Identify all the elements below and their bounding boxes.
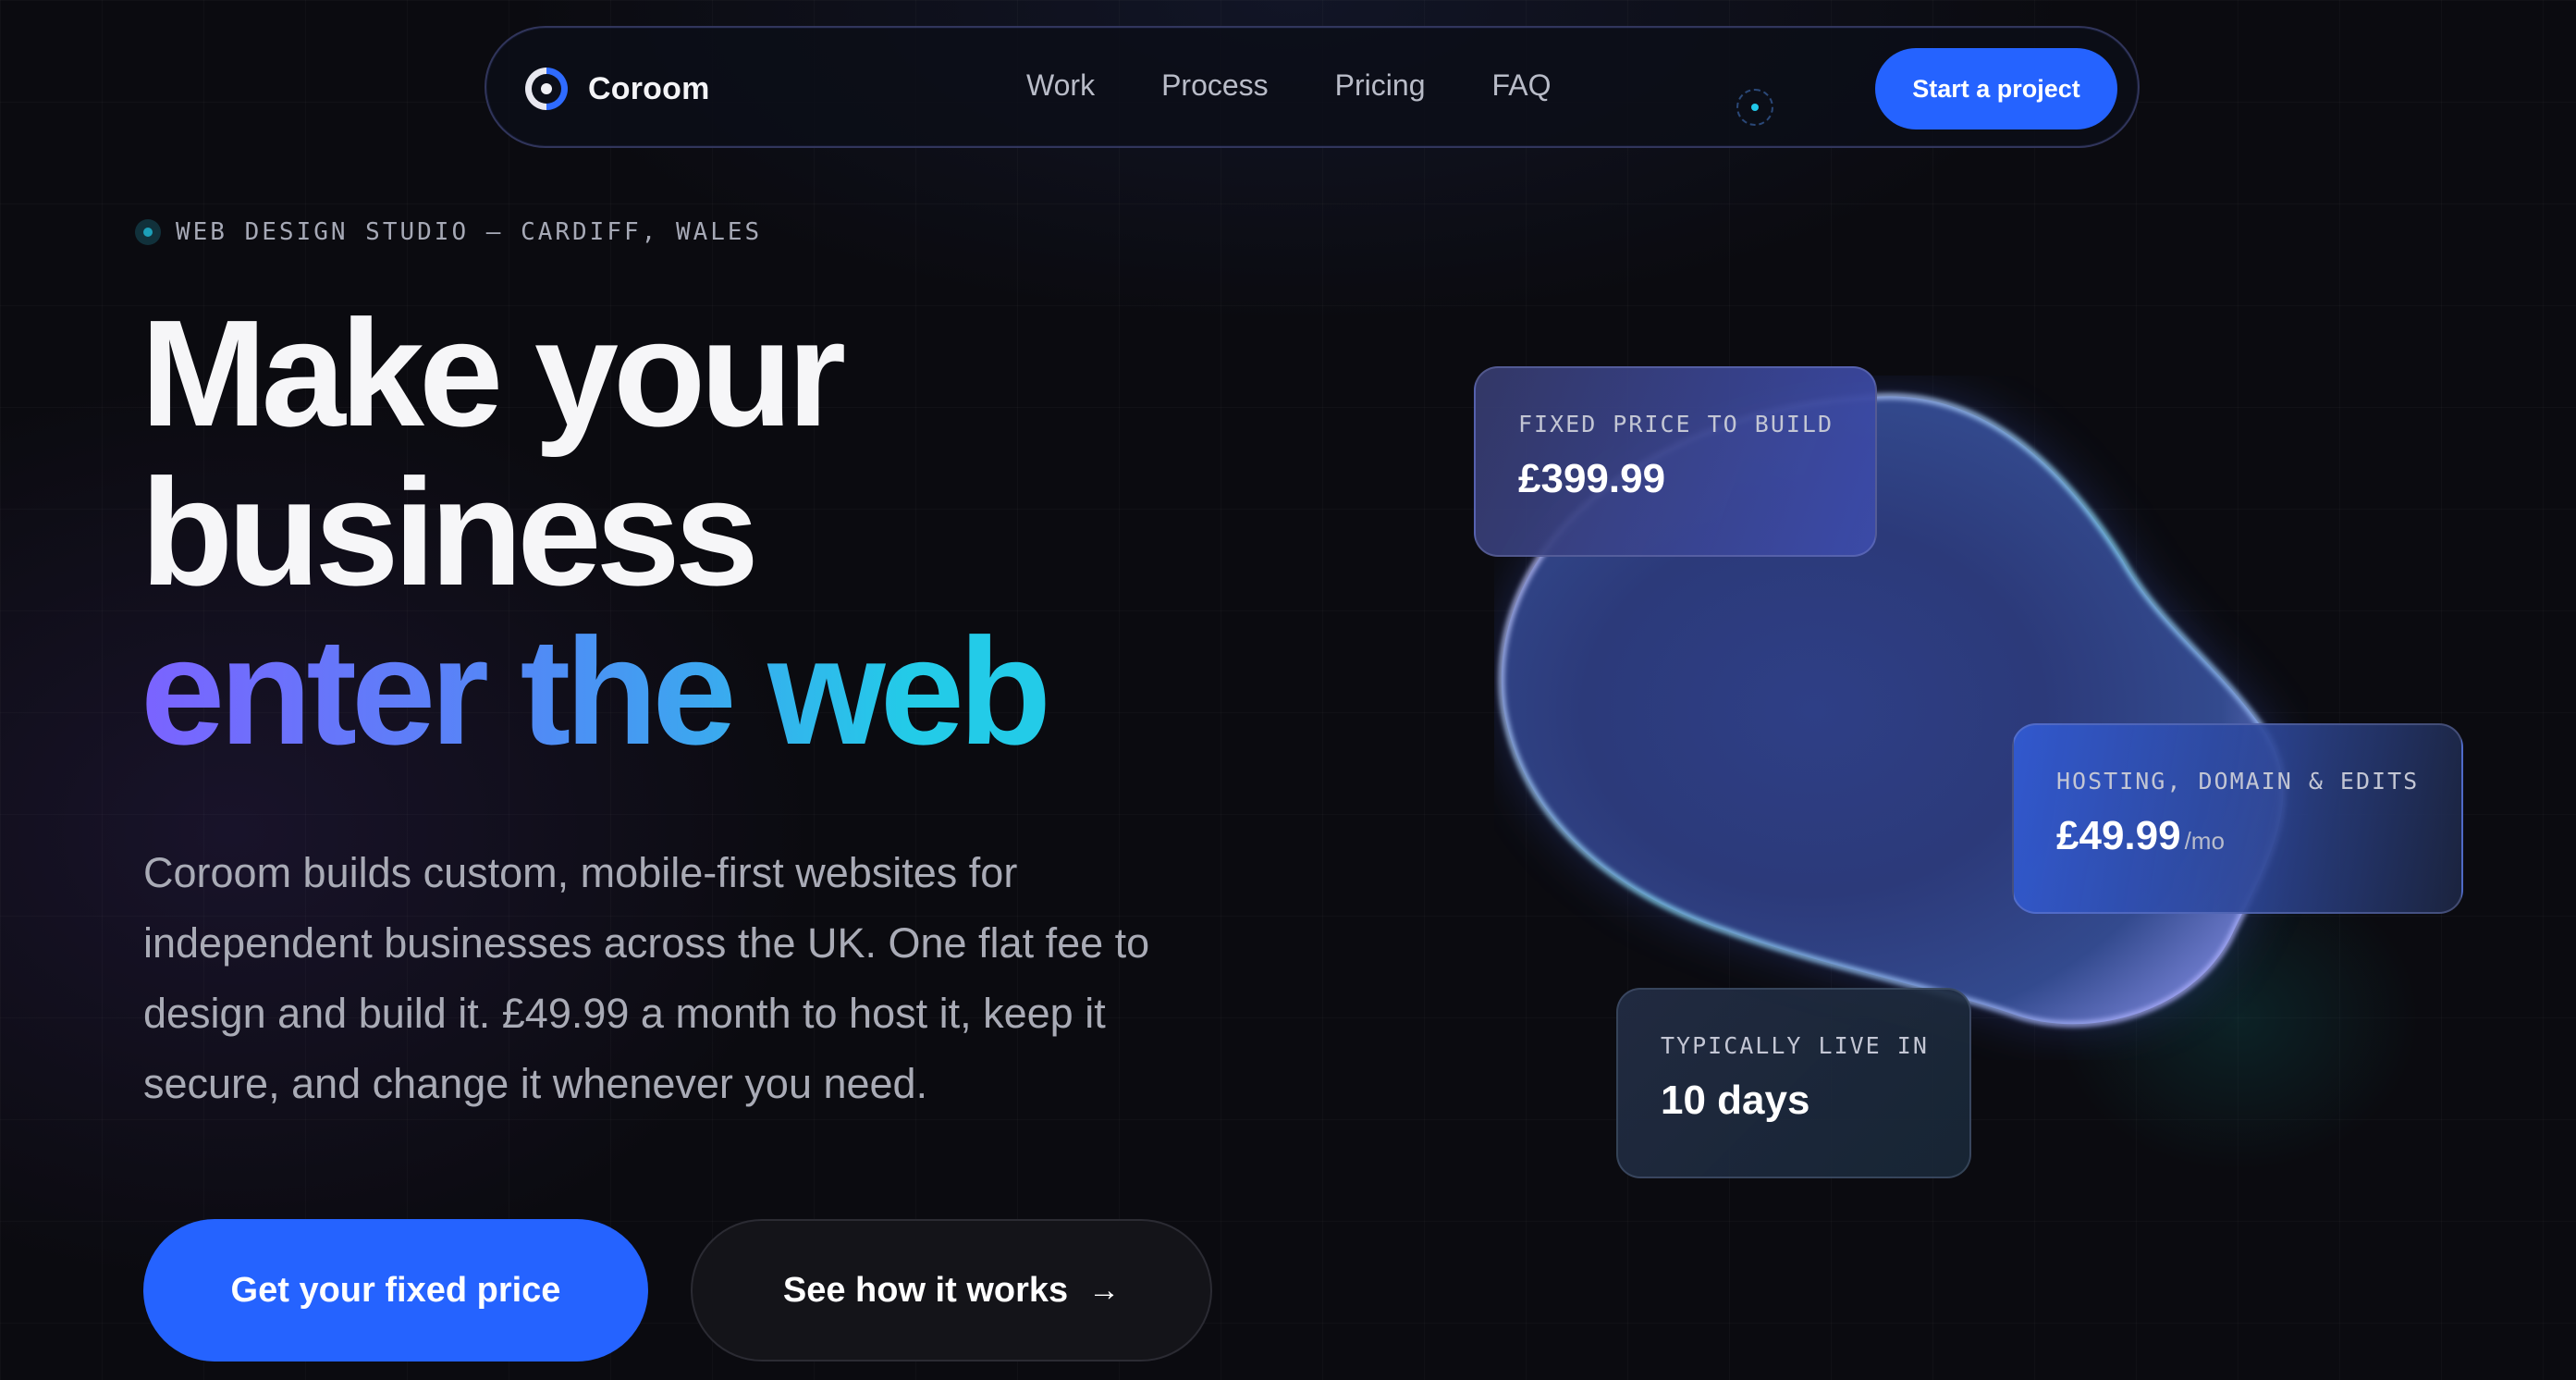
hosting-price-label: HOSTING, DOMAIN & EDITS xyxy=(2056,768,2420,795)
start-project-button[interactable]: Start a project xyxy=(1875,48,2117,129)
get-fixed-price-button[interactable]: Get your fixed price xyxy=(143,1219,648,1362)
hosting-price-value-row: £49.99/mo xyxy=(2056,813,2461,859)
nav-link-pricing[interactable]: Pricing xyxy=(1335,68,1426,103)
nav-links: Work Process Pricing FAQ xyxy=(1026,68,1552,103)
nav-link-faq[interactable]: FAQ xyxy=(1491,68,1551,103)
brand-name: Coroom xyxy=(588,70,710,106)
coroom-logo-icon xyxy=(525,68,568,110)
hosting-price-value: £49.99 xyxy=(2056,813,2181,858)
build-price-label: FIXED PRICE TO BUILD xyxy=(1518,411,1834,437)
headline-line-1: Make your xyxy=(141,289,846,458)
hosting-price-card: HOSTING, DOMAIN & EDITS £49.99/mo xyxy=(2012,723,2463,914)
status-dot-icon xyxy=(1736,89,1773,126)
see-how-it-works-label: See how it works xyxy=(782,1270,1069,1310)
time-to-live-card: TYPICALLY LIVE IN 10 days xyxy=(1616,988,1971,1178)
build-price-value: £399.99 xyxy=(1518,456,1666,501)
hero-headline: Make your business enter the web xyxy=(141,289,1051,776)
eyebrow-dot-icon xyxy=(135,219,161,245)
nav-link-work[interactable]: Work xyxy=(1026,68,1095,103)
build-price-card: FIXED PRICE TO BUILD £399.99 xyxy=(1474,366,1877,557)
top-nav: Coroom Work Process Pricing FAQ Start a … xyxy=(485,26,2140,148)
brand[interactable]: Coroom xyxy=(525,65,710,113)
page: Coroom Work Process Pricing FAQ Start a … xyxy=(0,0,2576,1380)
nav-link-process[interactable]: Process xyxy=(1161,68,1269,103)
eyebrow: WEB DESIGN STUDIO — CARDIFF, WALES xyxy=(135,218,762,246)
eyebrow-text: WEB DESIGN STUDIO — CARDIFF, WALES xyxy=(176,218,763,246)
hero-description: Coroom builds custom, mobile-first websi… xyxy=(143,849,1150,1107)
see-how-it-works-button[interactable]: See how it works → xyxy=(691,1219,1212,1362)
time-to-live-value: 10 days xyxy=(1661,1078,1810,1123)
headline-line-3-gradient: enter the web xyxy=(141,607,1051,776)
time-to-live-label: TYPICALLY LIVE IN xyxy=(1661,1032,1929,1059)
arrow-right-icon: → xyxy=(1088,1272,1121,1308)
headline-line-2: business xyxy=(141,448,759,617)
hosting-price-unit: /mo xyxy=(2184,827,2225,855)
